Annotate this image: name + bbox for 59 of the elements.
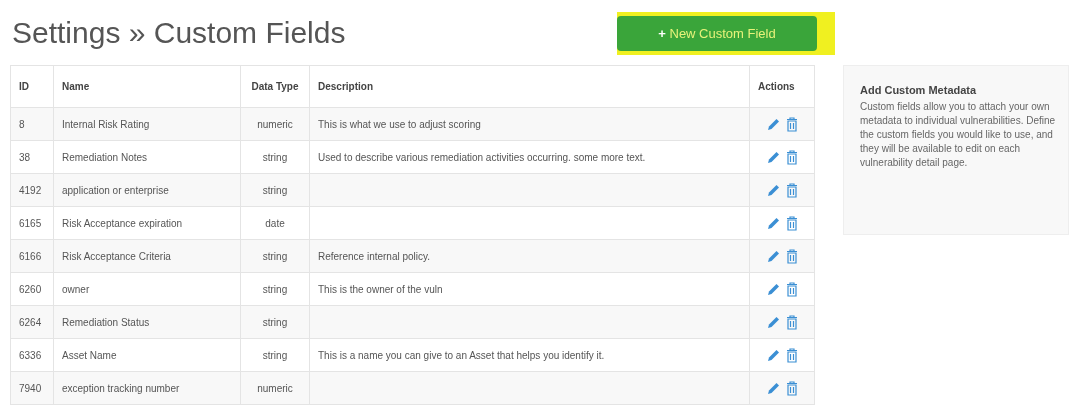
column-header: Data Type <box>240 65 310 108</box>
table-cell: Asset Name <box>53 338 241 372</box>
new-custom-field-button[interactable]: + New Custom Field <box>617 15 817 51</box>
trash-icon[interactable] <box>785 347 798 363</box>
table-cell: string <box>240 338 310 372</box>
trash-icon[interactable] <box>785 314 798 330</box>
trash-icon[interactable] <box>785 380 798 396</box>
table-cell: 6165 <box>10 206 54 240</box>
table-cell: numeric <box>240 371 310 405</box>
table-cell: 8 <box>10 107 54 141</box>
edit-icon[interactable] <box>766 117 781 131</box>
trash-icon[interactable] <box>785 182 798 198</box>
trash-icon[interactable] <box>785 116 798 132</box>
column-header: Name <box>53 65 241 108</box>
edit-icon[interactable] <box>766 315 781 329</box>
table-cell: string <box>240 272 310 306</box>
table-cell: 6336 <box>10 338 54 372</box>
table-cell: Reference internal policy. <box>318 250 431 262</box>
panel-text: Custom fields allow you to attach your own metadata to individual vulnerabilities. Define the custom fields you would like to use, and they will be available to edit on each vulnerability detail page. <box>860 100 1057 170</box>
column-header: ID <box>10 65 54 108</box>
table-cell: Used to describe various remediation activities occurring. some more text. <box>318 151 646 163</box>
edit-icon[interactable] <box>766 249 781 263</box>
column-header: Actions <box>749 65 815 108</box>
edit-icon[interactable] <box>766 150 781 164</box>
panel-title: Add Custom Metadata <box>860 84 978 96</box>
table-cell: numeric <box>240 107 310 141</box>
table-cell: owner <box>53 272 241 306</box>
edit-icon[interactable] <box>766 282 781 296</box>
column-header: Description <box>309 65 750 108</box>
trash-icon[interactable] <box>785 149 798 165</box>
edit-icon[interactable] <box>766 216 781 230</box>
edit-icon[interactable] <box>766 183 781 197</box>
table-cell: string <box>240 239 310 273</box>
table-cell: string <box>240 305 310 339</box>
table-cell: string <box>240 140 310 174</box>
edit-icon[interactable] <box>766 348 781 362</box>
table-cell: date <box>240 206 310 240</box>
table-cell: string <box>240 173 310 207</box>
table-cell: This is a name you can give to an Asset that helps you identify it. <box>318 349 605 361</box>
table-cell: 6166 <box>10 239 54 273</box>
table-cell: Remediation Notes <box>53 140 241 174</box>
table-cell: application or enterprise <box>53 173 241 207</box>
table-cell: 38 <box>10 140 54 174</box>
table-cell: Remediation Status <box>53 305 241 339</box>
table-cell: 6260 <box>10 272 54 306</box>
table-cell: This is the owner of the vuln <box>318 283 443 295</box>
edit-icon[interactable] <box>766 381 781 395</box>
table-cell: Risk Acceptance expiration <box>53 206 241 240</box>
table-cell: Risk Acceptance Criteria <box>53 239 241 273</box>
table-cell: Internal Risk Rating <box>53 107 241 141</box>
trash-icon[interactable] <box>785 215 798 231</box>
page-title: Settings » Custom Fields <box>11 16 346 50</box>
table-cell: 4192 <box>10 173 54 207</box>
table-cell: exception tracking number <box>53 371 241 405</box>
trash-icon[interactable] <box>785 281 798 297</box>
table-cell: 7940 <box>10 371 54 405</box>
table-cell: 6264 <box>10 305 54 339</box>
trash-icon[interactable] <box>785 248 798 264</box>
table-cell: This is what we use to adjust scoring <box>318 118 481 130</box>
